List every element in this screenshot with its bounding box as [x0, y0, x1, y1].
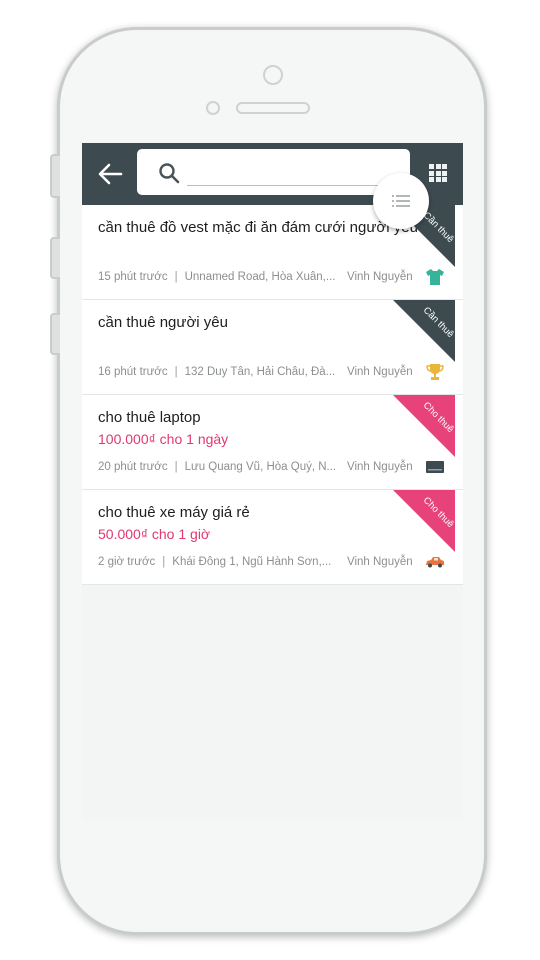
tshirt-icon	[426, 269, 444, 285]
listing-meta: 2 giờ trước | Khái Đông 1, Ngũ Hành Sơn,..…	[98, 556, 332, 568]
grid-view-icon[interactable]	[429, 164, 447, 182]
listing-item[interactable]: cho thuê laptop 100.000₫ cho 1 ngày 20 p…	[82, 395, 463, 490]
listing-time: 2 giờ trước	[98, 556, 156, 568]
listing-meta: 16 phút trước | 132 Duy Tân, Hải Châu, Đà.…	[98, 366, 336, 378]
front-camera	[263, 65, 283, 85]
listing-title: cần thuê người yêu	[98, 314, 228, 331]
search-underline	[187, 185, 404, 186]
listing-location: Lưu Quang Vũ, Hòa Quý, N...	[184, 461, 337, 473]
trophy-icon	[426, 364, 444, 380]
listing-item[interactable]: cho thuê xe máy giá rẻ 50.000₫ cho 1 giờ…	[82, 490, 463, 585]
listing-author: Vinh Nguyễn	[347, 271, 413, 283]
listing-item[interactable]: cần thuê người yêu 16 phút trước | 132 Duy…	[82, 300, 463, 395]
listing-list: cần thuê đồ vest mặc đi ăn đám cưới ngườ…	[82, 205, 463, 585]
listing-title: cho thuê xe máy giá rẻ	[98, 504, 250, 521]
listing-meta: 15 phút trước | Unnamed Road, Hòa Xuân,...	[98, 271, 336, 283]
listing-author: Vinh Nguyễn	[347, 556, 413, 568]
listing-time: 15 phút trước	[98, 271, 168, 283]
proximity-sensor	[206, 101, 220, 115]
back-arrow-icon[interactable]	[96, 160, 124, 188]
app-screen: cần thuê đồ vest mặc đi ăn đám cưới ngườ…	[82, 143, 463, 820]
earpiece-speaker	[236, 102, 310, 114]
volume-up-button	[50, 237, 60, 279]
car-icon	[426, 557, 444, 568]
listing-author: Vinh Nguyễn	[347, 366, 413, 378]
list-view-button[interactable]	[373, 173, 429, 229]
listing-location: Khái Đông 1, Ngũ Hành Sơn,...	[172, 556, 332, 568]
listing-price: 100.000₫ cho 1 ngày	[98, 431, 229, 447]
search-box[interactable]	[137, 149, 410, 195]
listing-title: cần thuê đồ vest mặc đi ăn đám cưới ngườ…	[98, 219, 418, 236]
listing-time: 16 phút trước	[98, 366, 168, 378]
laptop-icon	[426, 461, 444, 473]
listing-location: Unnamed Road, Hòa Xuân,...	[184, 271, 336, 283]
volume-down-button	[50, 313, 60, 355]
listing-author: Vinh Nguyễn	[347, 461, 413, 473]
listing-meta: 20 phút trước | Lưu Quang Vũ, Hòa Quý, N..…	[98, 461, 337, 473]
listing-price: 50.000₫ cho 1 giờ	[98, 526, 211, 542]
listing-title: cho thuê laptop	[98, 409, 201, 426]
mute-switch	[50, 154, 60, 198]
listing-time: 20 phút trước	[98, 461, 168, 473]
listing-location: 132 Duy Tân, Hải Châu, Đà...	[184, 366, 336, 378]
search-icon	[159, 163, 180, 184]
search-input[interactable]	[187, 161, 391, 185]
